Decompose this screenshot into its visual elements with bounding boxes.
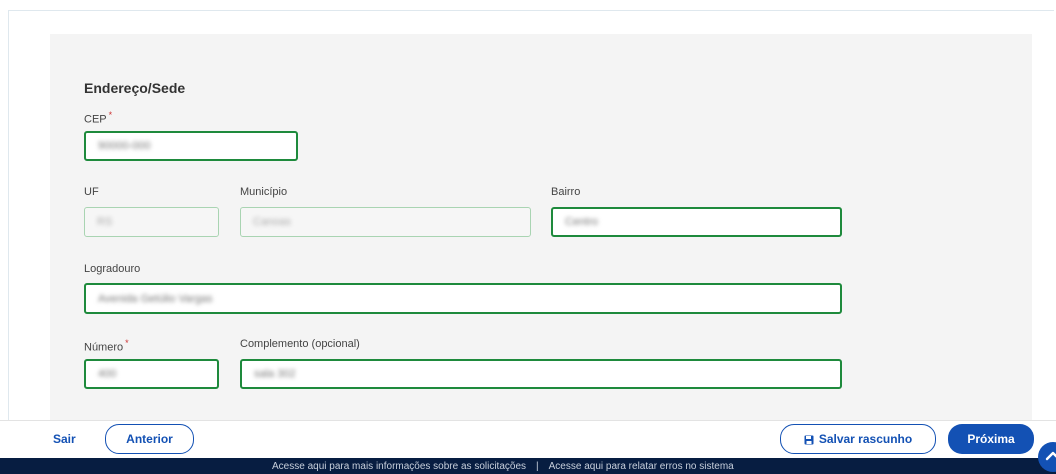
complemento-input[interactable]: sala 302	[240, 359, 842, 389]
info-link[interactable]: Acesse aqui para mais informações sobre …	[272, 461, 526, 472]
municipio-label: Município	[240, 186, 288, 198]
complemento-value: sala 302	[254, 368, 296, 380]
municipio-value: Canoas	[253, 216, 291, 228]
salvar-rascunho-label: Salvar rascunho	[818, 432, 913, 446]
uf-label: UF	[84, 186, 99, 198]
salvar-rascunho-button[interactable]: Salvar rascunho	[780, 424, 936, 454]
bairro-label: Bairro	[551, 186, 581, 198]
uf-value: RS	[97, 216, 113, 228]
sair-link[interactable]: Sair	[53, 432, 76, 446]
floppy-disk-icon	[804, 434, 814, 445]
anterior-button[interactable]: Anterior	[105, 424, 194, 454]
municipio-input[interactable]: Canoas	[240, 207, 531, 237]
complemento-label: Complemento (opcional)	[240, 338, 360, 350]
section-title: Endereço/Sede	[84, 80, 186, 96]
bairro-value: Centro	[565, 216, 599, 228]
logradouro-label: Logradouro	[84, 263, 141, 275]
bottom-info-bar: Acesse aqui para mais informações sobre …	[0, 458, 1056, 474]
cep-input[interactable]: 90000-000	[84, 131, 298, 161]
erros-link[interactable]: Acesse aqui para relatar erros no sistem…	[549, 461, 734, 472]
scroll-top-button[interactable]	[1038, 442, 1056, 472]
logradouro-input[interactable]: Avenida Getúlio Vargas	[84, 283, 842, 314]
numero-input[interactable]: 400	[84, 359, 219, 389]
logradouro-value: Avenida Getúlio Vargas	[98, 292, 213, 305]
chevron-up-icon	[1045, 451, 1056, 461]
bairro-input[interactable]: Centro	[551, 207, 842, 237]
bottom-links: Acesse aqui para mais informações sobre …	[272, 461, 734, 472]
cep-value: 90000-000	[98, 140, 151, 152]
uf-input[interactable]: RS	[84, 207, 219, 237]
proxima-button[interactable]: Próxima	[948, 424, 1034, 454]
numero-value: 400	[98, 368, 117, 380]
link-separator: |	[536, 461, 539, 472]
numero-label: Número *	[84, 338, 129, 354]
cep-label: CEP *	[84, 110, 113, 126]
